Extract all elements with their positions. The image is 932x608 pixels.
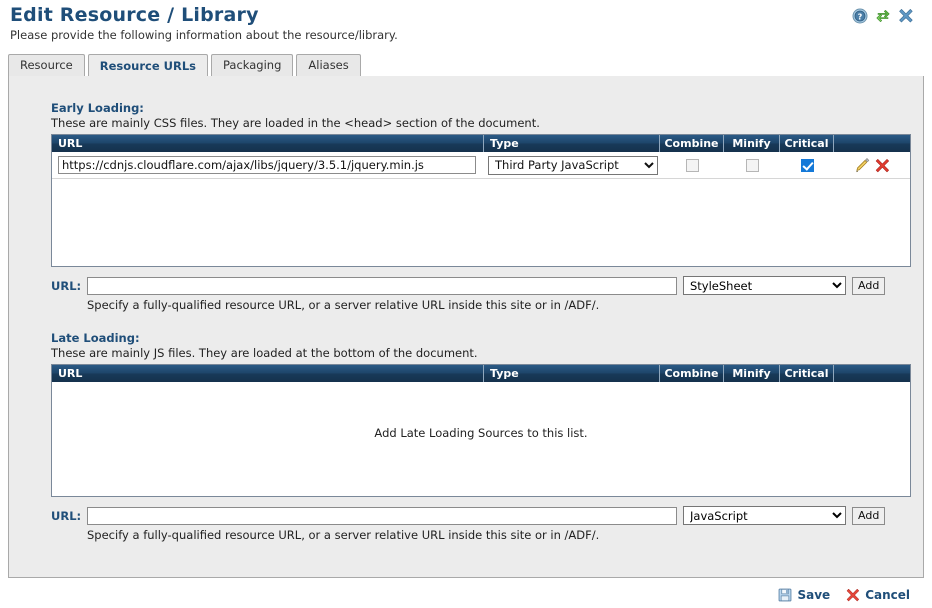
late-loading-grid: URL Type Combine Minify Critical Add Lat…	[51, 364, 911, 497]
row-url-input[interactable]	[58, 156, 476, 174]
pencil-icon[interactable]	[855, 157, 870, 173]
column-header-type[interactable]: Type	[484, 135, 660, 152]
tab-resource[interactable]: Resource	[8, 54, 85, 76]
early-add-url-label: URL:	[51, 278, 82, 293]
help-icon[interactable]: ?	[852, 8, 868, 24]
early-add-url-input[interactable]	[87, 276, 677, 295]
cancel-icon	[846, 588, 860, 602]
column-header-actions	[834, 365, 910, 382]
save-icon	[779, 588, 792, 602]
late-loading-title: Late Loading:	[51, 331, 140, 345]
combine-checkbox[interactable]	[685, 158, 699, 172]
page-title: Edit Resource / Library	[10, 4, 259, 26]
column-header-combine[interactable]: Combine	[660, 135, 724, 152]
early-loading-add-row: URL: StyleSheet Add	[51, 276, 911, 295]
column-header-type[interactable]: Type	[484, 365, 660, 382]
tab-bar: Resource Resource URLs Packaging Aliases	[8, 54, 924, 77]
late-add-hint: Specify a fully-qualified resource URL, …	[87, 528, 600, 542]
header-icon-group: ?	[852, 8, 914, 24]
critical-checkbox[interactable]	[800, 158, 814, 172]
refresh-icon[interactable]	[875, 8, 891, 24]
column-header-critical[interactable]: Critical	[780, 135, 834, 152]
cancel-label: Cancel	[865, 588, 910, 602]
save-button[interactable]: Save	[778, 588, 830, 602]
late-add-button[interactable]: Add	[852, 506, 886, 525]
row-combine-cell	[660, 152, 724, 179]
early-loading-description: These are mainly CSS files. They are loa…	[51, 116, 540, 130]
row-minify-cell	[724, 152, 780, 179]
close-icon[interactable]	[898, 8, 914, 24]
late-loading-grid-body: Add Late Loading Sources to this list.	[52, 382, 910, 440]
footer-actions: Save Cancel	[0, 582, 932, 608]
page-header: Edit Resource / Library Please provide t…	[10, 4, 922, 48]
delete-icon[interactable]	[875, 158, 890, 173]
early-loading-section: Early Loading: These are mainly CSS file…	[51, 101, 911, 312]
row-actions-cell	[834, 152, 910, 179]
late-loading-add-row: URL: JavaScript Add	[51, 506, 911, 525]
row-type-select[interactable]: Third Party JavaScript	[488, 155, 658, 175]
late-loading-section: Late Loading: These are mainly JS files.…	[51, 331, 911, 542]
row-url-cell	[52, 152, 484, 179]
column-header-actions	[834, 135, 910, 152]
late-add-url-label: URL:	[51, 508, 82, 523]
column-header-minify[interactable]: Minify	[724, 135, 780, 152]
early-loading-title: Early Loading:	[51, 101, 144, 115]
late-loading-description: These are mainly JS files. They are load…	[51, 346, 478, 360]
resource-urls-panel: Early Loading: These are mainly CSS file…	[8, 76, 924, 578]
late-loading-grid-header: URL Type Combine Minify Critical	[52, 365, 910, 382]
tab-aliases[interactable]: Aliases	[296, 54, 361, 76]
column-header-critical[interactable]: Critical	[780, 365, 834, 382]
tab-packaging[interactable]: Packaging	[211, 54, 294, 76]
early-loading-grid-body: Third Party JavaScript	[52, 152, 910, 179]
early-loading-grid: URL Type Combine Minify Critical Third P…	[51, 134, 911, 267]
early-add-button[interactable]: Add	[852, 276, 886, 295]
late-add-type-select[interactable]: JavaScript	[683, 506, 846, 525]
late-add-url-input[interactable]	[87, 506, 677, 525]
column-header-url[interactable]: URL	[52, 365, 484, 382]
svg-text:?: ?	[858, 12, 863, 21]
save-label: Save	[797, 588, 831, 602]
minify-checkbox[interactable]	[745, 158, 759, 172]
row-type-cell: Third Party JavaScript	[484, 152, 660, 179]
page-subtitle: Please provide the following information…	[10, 28, 398, 42]
early-add-hint: Specify a fully-qualified resource URL, …	[87, 298, 600, 312]
table-row: Third Party JavaScript	[52, 152, 910, 179]
early-loading-grid-header: URL Type Combine Minify Critical	[52, 135, 910, 152]
column-header-url[interactable]: URL	[52, 135, 484, 152]
cancel-button[interactable]: Cancel	[846, 588, 910, 602]
row-critical-cell	[780, 152, 834, 179]
late-loading-empty-message: Add Late Loading Sources to this list.	[374, 426, 588, 440]
column-header-combine[interactable]: Combine	[660, 365, 724, 382]
column-header-minify[interactable]: Minify	[724, 365, 780, 382]
tab-resource-urls[interactable]: Resource URLs	[87, 54, 208, 77]
early-add-type-select[interactable]: StyleSheet	[683, 276, 846, 295]
